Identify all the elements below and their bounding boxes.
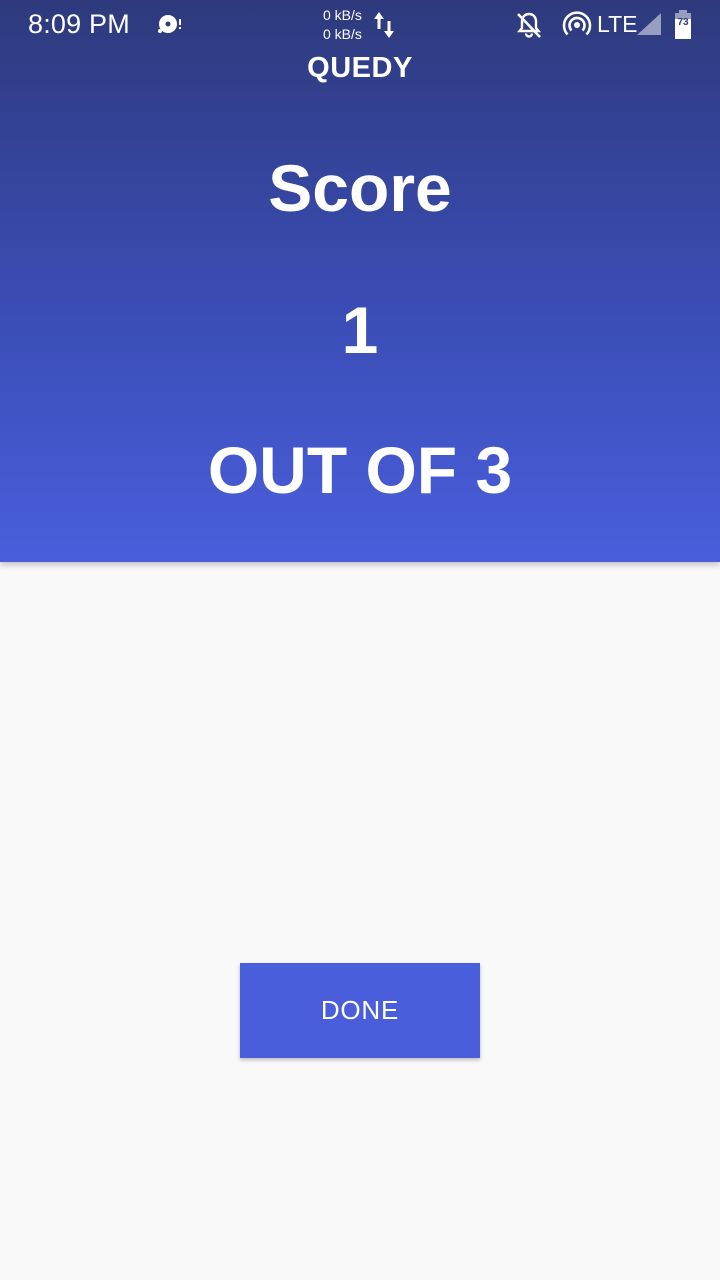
signal-icon: [637, 13, 661, 35]
battery-level: 73: [677, 17, 689, 28]
speed-up-text: 0 kB/s: [323, 7, 362, 23]
hotspot-icon: [562, 11, 592, 36]
network-type: LTE: [597, 11, 638, 37]
data-arrows-icon: [374, 12, 394, 38]
status-bar: 8:09 PM 0 kB/s 0 kB/s LTE 73: [0, 0, 720, 50]
bell-off-icon: [516, 12, 542, 38]
speed-down-text: 0 kB/s: [323, 26, 362, 42]
network-speed: 0 kB/s 0 kB/s: [323, 6, 362, 44]
score-label: Score: [268, 151, 452, 225]
score-total: OUT OF 3: [207, 433, 513, 507]
app-title: QUEDY: [307, 52, 413, 84]
status-time: 8:09 PM: [28, 9, 130, 39]
done-button[interactable]: DONE: [240, 963, 480, 1058]
disc-icon: [158, 15, 181, 33]
score-header: 8:09 PM 0 kB/s 0 kB/s LTE 73 QUEDY Score…: [0, 0, 720, 562]
score-value: 1: [341, 293, 379, 367]
